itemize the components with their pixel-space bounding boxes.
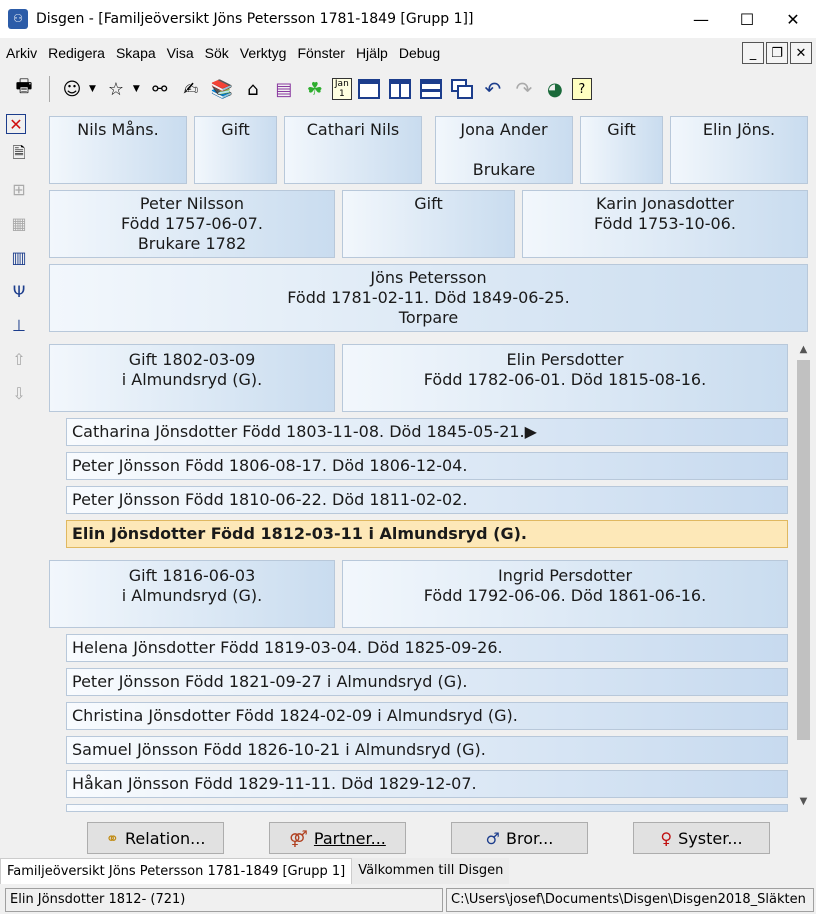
child-row-selected[interactable]: Elin Jönsdotter Född 1812-03-11 i Almund…: [66, 520, 788, 548]
tab-welcome[interactable]: Välkommen till Disgen: [352, 858, 510, 884]
marriage1-tile[interactable]: Gift 1802-03-09 i Almundsryd (G).: [49, 344, 335, 412]
globe-icon[interactable]: ◕: [541, 75, 569, 103]
partner-button[interactable]: ⚤ Partner...: [269, 822, 406, 854]
menu-arkiv[interactable]: Arkiv: [0, 45, 42, 61]
menu-sok[interactable]: Sök: [199, 45, 234, 61]
person-face-icon[interactable]: ☺: [58, 75, 86, 103]
grandmother-maternal[interactable]: Elin Jöns.: [670, 116, 808, 184]
menu-hjalp[interactable]: Hjälp: [350, 45, 393, 61]
toolbar-separator: [49, 76, 50, 102]
chevron-down-icon[interactable]: ▼: [89, 84, 96, 94]
close-icon[interactable]: ✕: [770, 0, 816, 38]
menu-debug[interactable]: Debug: [393, 45, 445, 61]
relation-button[interactable]: ⚭ Relation...: [87, 822, 224, 854]
minimize-icon[interactable]: —: [678, 0, 724, 38]
title-bar: ⚇ Disgen - [Familjeöversikt Jöns Peterss…: [0, 0, 816, 38]
status-person: Elin Jönsdotter 1812- (721): [5, 888, 443, 912]
home-icon[interactable]: ⌂: [239, 75, 267, 103]
scroll-up-icon[interactable]: ▲: [795, 342, 812, 358]
main-person-tile[interactable]: Jöns Petersson Född 1781-02-11. Död 1849…: [49, 264, 808, 332]
chevron-down-icon[interactable]: ▼: [133, 84, 140, 94]
hand-writing-icon[interactable]: ✍: [177, 75, 205, 103]
left-toolbar: ✕ 🗎 ⊞ ▦ ▥ Ψ ⊥ ⇧ ⇩: [6, 114, 36, 414]
redo-icon[interactable]: ↷: [510, 75, 538, 103]
child-row-partial[interactable]: [66, 804, 788, 812]
child-row[interactable]: Peter Jönsson Född 1821-09-27 i Almundsr…: [66, 668, 788, 696]
window-split-vertical-icon[interactable]: [386, 75, 414, 103]
child-row[interactable]: Peter Jönsson Född 1806-08-17. Död 1806-…: [66, 452, 788, 480]
scroll-down-icon[interactable]: ▼: [795, 794, 812, 810]
brother-button-label: Bror...: [505, 828, 554, 848]
mdi-close-icon[interactable]: ✕: [790, 42, 812, 64]
spouse2-tile[interactable]: Ingrid Persdotter Född 1792-06-06. Död 1…: [342, 560, 788, 628]
window-title: Disgen - [Familjeöversikt Jöns Petersson…: [36, 11, 474, 27]
print-icon[interactable]: 🖶: [10, 75, 38, 103]
grandfather-maternal[interactable]: Jona Ander Brukare: [435, 116, 573, 184]
menu-redigera[interactable]: Redigera: [42, 45, 110, 61]
tree-gray-icon[interactable]: ⊞: [6, 176, 32, 202]
spouse1-tile[interactable]: Elin Persdotter Född 1782-06-01. Död 181…: [342, 344, 788, 412]
document-icon[interactable]: 🗎: [6, 142, 32, 168]
window-cascade-icon[interactable]: [448, 75, 476, 103]
window-split-horizontal-icon[interactable]: [417, 75, 445, 103]
menu-verktyg[interactable]: Verktyg: [234, 45, 292, 61]
sister-button-label: Syster...: [678, 828, 743, 848]
up-gray-icon[interactable]: ⇧: [6, 346, 32, 372]
map-green-icon[interactable]: ☘: [301, 75, 329, 103]
tab-family-overview[interactable]: Familjeöversikt Jöns Petersson 1781-1849…: [0, 858, 353, 884]
binoculars-icon[interactable]: ⚯: [146, 75, 174, 103]
books-icon[interactable]: 📚: [208, 75, 236, 103]
status-path: C:\Users\josef\Documents\Disgen\Disgen20…: [446, 888, 814, 912]
help-icon[interactable]: ?: [571, 78, 592, 100]
window-controls: — ☐ ✕: [678, 0, 816, 38]
scrollbar-thumb[interactable]: [797, 360, 810, 740]
menu-fonster[interactable]: Fönster: [291, 45, 349, 61]
child-row[interactable]: Peter Jönsson Född 1810-06-22. Död 1811-…: [66, 486, 788, 514]
father-tile[interactable]: Peter Nilsson Född 1757-06-07. Brukare 1…: [49, 190, 335, 258]
relation-button-label: Relation...: [125, 828, 206, 848]
child-row[interactable]: Catharina Jönsdotter Född 1803-11-08. Dö…: [66, 418, 788, 446]
grandfather-paternal[interactable]: Nils Måns.: [49, 116, 187, 184]
status-bar: Elin Jönsdotter 1812- (721) C:\Users\jos…: [0, 886, 816, 914]
marriage2-tile[interactable]: Gift 1816-06-03 i Almundsryd (G).: [49, 560, 335, 628]
child-row[interactable]: Samuel Jönsson Född 1826-10-21 i Almunds…: [66, 736, 788, 764]
menu-skapa[interactable]: Skapa: [110, 45, 161, 61]
toolbar: 🖶 ☺ ▼ ☆ ▼ ⚯ ✍ 📚 ⌂ ▤ ☘ Jan 1 ↶ ↷ ◕ ?: [0, 68, 816, 110]
mdi-restore-icon[interactable]: ❐: [766, 42, 788, 64]
window-single-icon[interactable]: [355, 75, 383, 103]
vertical-scrollbar[interactable]: ▲ ▼: [795, 342, 812, 810]
child-row[interactable]: Håkan Jönsson Född 1829-11-11. Död 1829-…: [66, 770, 788, 798]
child-row[interactable]: Helena Jönsdotter Född 1819-03-04. Död 1…: [66, 634, 788, 662]
couple-icon: ⚤: [289, 828, 308, 848]
down-gray-icon[interactable]: ⇩: [6, 380, 32, 406]
partner-button-label: Partner...: [313, 828, 386, 848]
descendants-icon[interactable]: ⊥: [6, 312, 32, 338]
brother-button[interactable]: ♂ Bror...: [451, 822, 588, 854]
rings-icon: ⚭: [105, 828, 119, 848]
grandparents-paternal-marriage[interactable]: Gift: [194, 116, 277, 184]
disgen-app-icon[interactable]: ⚇: [8, 9, 28, 29]
window-tabs: Familjeöversikt Jöns Petersson 1781-1849…: [0, 858, 816, 884]
child-row[interactable]: Christina Jönsdotter Född 1824-02-09 i A…: [66, 702, 788, 730]
add-male-icon: ♂: [485, 828, 500, 848]
pedigree-gray-icon[interactable]: ▦: [6, 210, 32, 236]
person-star-icon[interactable]: ☆: [102, 75, 130, 103]
delete-person-icon[interactable]: ✕: [6, 114, 26, 134]
grandparents-maternal-marriage[interactable]: Gift: [580, 116, 663, 184]
files-icon[interactable]: ▤: [270, 75, 298, 103]
menu-visa[interactable]: Visa: [161, 45, 199, 61]
maximize-icon[interactable]: ☐: [724, 0, 770, 38]
menu-bar: Arkiv Redigera Skapa Visa Sök Verktyg Fö…: [0, 38, 816, 68]
add-female-icon: ♀: [660, 828, 673, 848]
ancestors-icon[interactable]: Ψ: [6, 278, 32, 304]
calendar-jan1-icon[interactable]: Jan 1: [331, 78, 352, 100]
mother-tile[interactable]: Karin Jonasdotter Född 1753-10-06.: [522, 190, 808, 258]
grandmother-paternal[interactable]: Cathari Nils: [284, 116, 422, 184]
mdi-controls: _ ❐ ✕: [742, 42, 812, 64]
sister-button[interactable]: ♀ Syster...: [633, 822, 770, 854]
family-chart-icon[interactable]: ▥: [6, 244, 32, 270]
mdi-minimize-icon[interactable]: _: [742, 42, 764, 64]
undo-icon[interactable]: ↶: [479, 75, 507, 103]
parents-marriage-tile[interactable]: Gift: [342, 190, 515, 258]
